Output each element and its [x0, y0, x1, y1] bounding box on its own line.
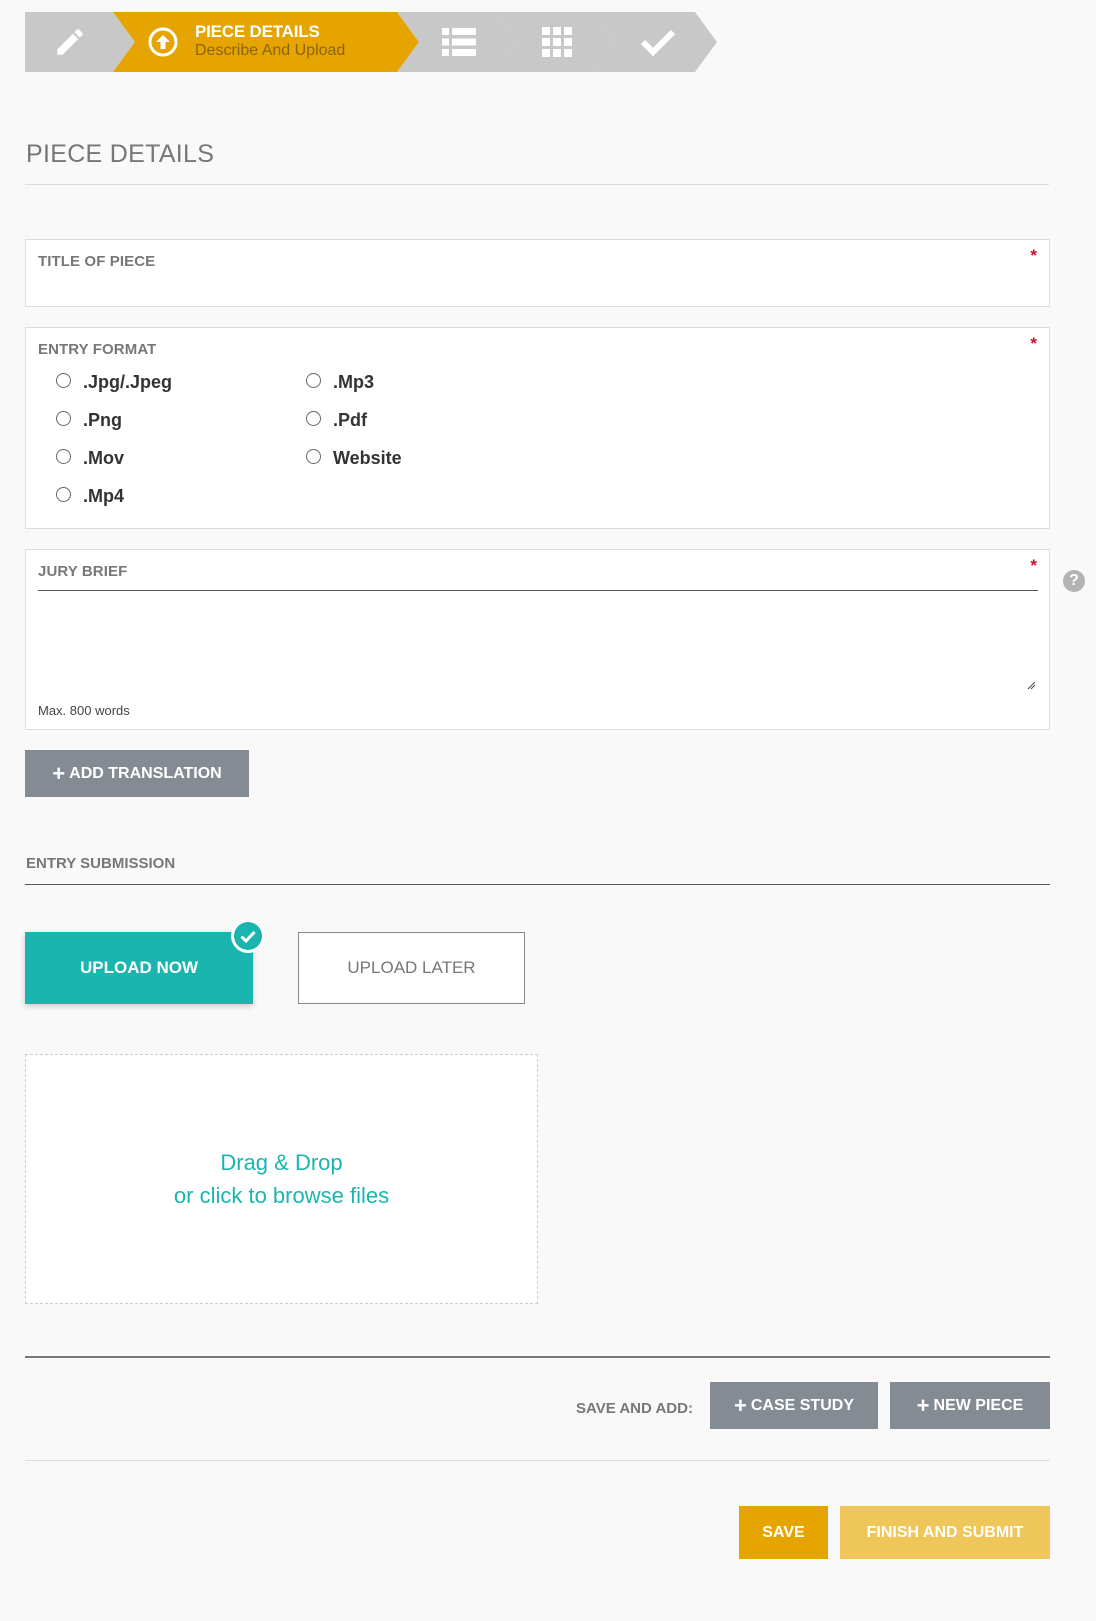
title-field-label: TITLE OF PIECE [38, 253, 156, 270]
jury-brief-label: JURY BRIEF [38, 563, 128, 580]
case-study-label: CASE STUDY [750, 1396, 854, 1414]
radio-circle[interactable] [56, 373, 71, 388]
radio-website[interactable]: Website [306, 448, 402, 469]
checkmark-icon [625, 12, 691, 72]
radio-label: Website [333, 448, 402, 468]
step-active-subtitle: Describe And Upload [195, 41, 346, 59]
required-mark: * [1030, 556, 1037, 575]
radio-circle[interactable] [306, 411, 321, 426]
radio-circle[interactable] [56, 487, 71, 502]
radio-label: .Mp3 [333, 372, 375, 392]
required-mark: * [1030, 246, 1037, 265]
plus-icon: + [916, 1392, 930, 1418]
help-icon[interactable]: ? [1063, 570, 1085, 592]
list-icon [427, 12, 491, 72]
required-mark: * [1030, 334, 1037, 353]
radio-label: .Pdf [333, 410, 367, 430]
entry-submission-label: ENTRY SUBMISSION [26, 855, 176, 872]
radio-label: .Png [83, 410, 122, 430]
radio-mp4[interactable]: .Mp4 [56, 486, 124, 507]
page-title: PIECE DETAILS [26, 140, 215, 168]
divider [25, 884, 1050, 885]
add-new-piece-button[interactable]: + NEW PIECE [890, 1382, 1050, 1429]
add-translation-button[interactable]: + ADD TRANSLATION [25, 750, 249, 797]
radio-label: .Mov [83, 448, 125, 468]
plus-icon: + [734, 1392, 747, 1418]
radio-jpg[interactable]: .Jpg/.Jpeg [56, 372, 172, 393]
step-active-text: PIECE DETAILS Describe And Upload [195, 22, 345, 60]
radio-circle[interactable] [306, 449, 321, 464]
radio-mov[interactable]: .Mov [56, 448, 124, 469]
dropzone-line2: or click to browse files [173, 1183, 390, 1208]
dropzone-line1: Drag & Drop [220, 1150, 343, 1175]
resize-handle-icon[interactable] [1027, 681, 1036, 690]
add-translation-label: ADD TRANSLATION [69, 764, 222, 782]
upload-now-button[interactable]: UPLOAD NOW [25, 932, 253, 1004]
file-dropzone[interactable]: Drag & Drop or click to browse files [25, 1054, 538, 1304]
save-and-add-label: SAVE AND ADD: [576, 1400, 693, 1417]
step-complete[interactable] [593, 12, 717, 72]
entry-format-field: ENTRY FORMAT * .Jpg/.Jpeg .Png .Mov .Mp4… [25, 327, 1050, 529]
radio-pdf[interactable]: .Pdf [306, 410, 367, 431]
upload-circle-icon [145, 12, 181, 72]
step-piece-details[interactable]: PIECE DETAILS Describe And Upload [113, 12, 419, 72]
progress-stepper: PIECE DETAILS Describe And Upload [25, 12, 725, 72]
title-field[interactable]: TITLE OF PIECE * [25, 239, 1050, 307]
divider [25, 184, 1049, 185]
add-case-study-button[interactable]: + CASE STUDY [710, 1382, 878, 1429]
step-active-title: PIECE DETAILS [195, 22, 320, 41]
finish-and-submit-button[interactable]: FINISH AND SUBMIT [840, 1506, 1050, 1559]
divider [25, 1460, 1050, 1461]
check-circle [234, 922, 262, 950]
jury-brief-field[interactable]: JURY BRIEF * Max. 800 words [25, 549, 1050, 730]
textarea-underline [38, 590, 1038, 591]
radio-png[interactable]: .Png [56, 410, 122, 431]
radio-label: .Jpg/.Jpeg [83, 372, 173, 392]
new-piece-label: NEW PIECE [933, 1396, 1024, 1414]
divider [25, 1356, 1050, 1358]
radio-label: .Mp4 [83, 486, 125, 506]
grid-icon [525, 12, 589, 72]
plus-icon: + [52, 760, 66, 786]
radio-mp3[interactable]: .Mp3 [306, 372, 374, 393]
upload-later-button[interactable]: UPLOAD LATER [298, 932, 525, 1004]
pencil-icon [25, 12, 115, 72]
radio-circle[interactable] [56, 411, 71, 426]
radio-circle[interactable] [56, 449, 71, 464]
save-button[interactable]: SAVE [739, 1506, 828, 1559]
word-limit-hint: Max. 800 words [38, 703, 130, 718]
selected-check-icon [231, 919, 265, 953]
radio-circle[interactable] [306, 373, 321, 388]
entry-format-label: ENTRY FORMAT [38, 341, 157, 358]
